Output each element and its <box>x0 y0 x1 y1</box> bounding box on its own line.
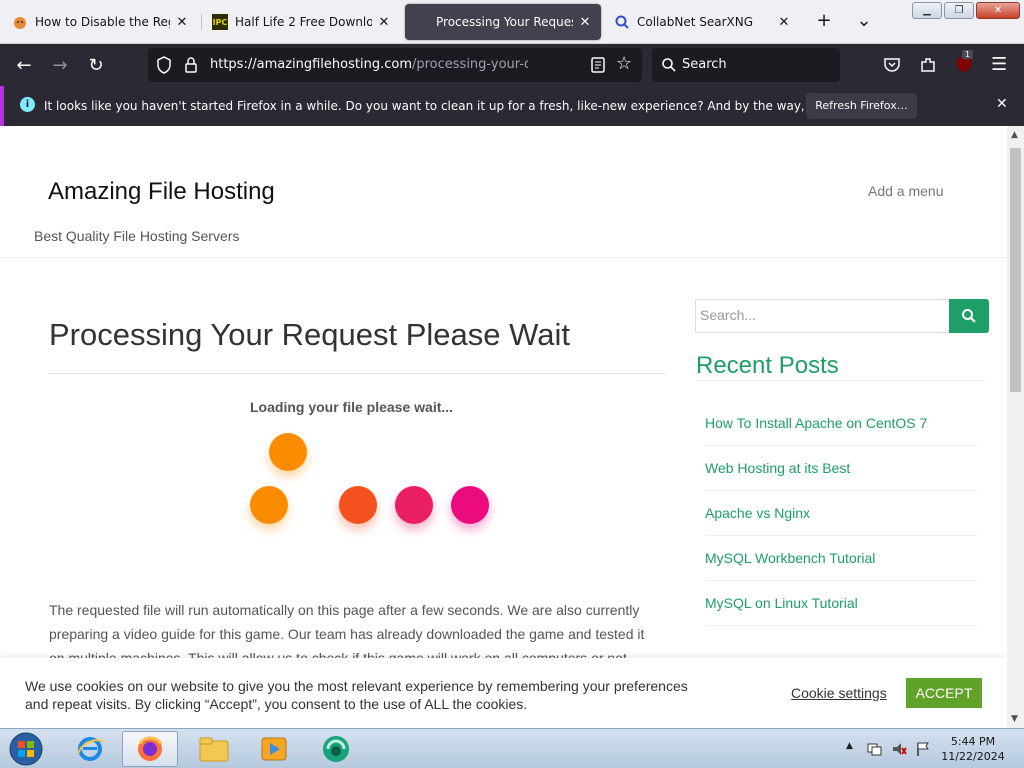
ipc-icon: IPC <box>212 14 228 30</box>
loading-dot <box>339 486 377 524</box>
clock-date: 11/22/2024 <box>941 750 1005 763</box>
tab-title: CollabNet SearXNG <box>637 15 754 29</box>
extensions-icon[interactable] <box>919 56 937 78</box>
volume-muted-icon[interactable] <box>891 741 907 760</box>
scroll-up-arrow[interactable]: ▲ <box>1011 130 1018 140</box>
loading-dot <box>269 433 307 471</box>
green-globe-icon <box>323 736 349 762</box>
url-host: https://amazingfilehosting.com <box>210 57 412 72</box>
close-tab-icon[interactable]: ✕ <box>174 15 190 30</box>
site-title[interactable]: Amazing File Hosting <box>48 178 275 206</box>
tab-searxng[interactable]: CollabNet SearXNG ✕ <box>606 4 800 40</box>
search-icon <box>614 14 630 30</box>
post-divider <box>48 373 666 374</box>
site-tagline: Best Quality File Hosting Servers <box>34 228 240 244</box>
post-title: Processing Your Request Please Wait <box>49 317 570 352</box>
start-button[interactable] <box>0 731 52 767</box>
lock-icon[interactable] <box>184 56 198 78</box>
recent-posts-heading: Recent Posts <box>696 352 839 379</box>
notification-message: It looks like you haven't started Firefo… <box>44 99 900 113</box>
list-all-tabs-button[interactable]: ⌄ <box>851 10 877 31</box>
tab-registry[interactable]: How to Disable the Registry ✕ <box>4 4 198 40</box>
page-content: Amazing File Hosting Best Quality File H… <box>0 126 1007 728</box>
shield-icon[interactable] <box>156 56 172 78</box>
recent-posts-divider <box>696 380 985 381</box>
tab-title: How to Disable the Registry <box>35 15 170 29</box>
header-divider <box>0 257 1007 258</box>
accept-cookies-button[interactable]: ACCEPT <box>906 678 982 708</box>
notification-bar: i It looks like you haven't started Fire… <box>0 86 1024 126</box>
forward-button[interactable]: → <box>48 53 72 77</box>
recent-post-link[interactable]: How To Install Apache on CentOS 7 <box>705 401 977 446</box>
reader-view-icon[interactable] <box>590 56 606 78</box>
page-scrollbar[interactable]: ▲ ▼ <box>1007 126 1024 728</box>
taskbar: ▲ 5:44 PM 11/22/2024 <box>0 728 1024 768</box>
recent-post-link[interactable]: MySQL on Linux Tutorial <box>705 581 977 626</box>
maximize-button[interactable]: ❐ <box>944 2 974 19</box>
sidebar-search-button[interactable] <box>949 299 989 333</box>
new-tab-button[interactable]: + <box>811 10 837 31</box>
back-button[interactable]: ← <box>12 53 36 77</box>
info-icon: i <box>20 97 35 112</box>
url-bar[interactable]: https://amazingfilehosting.com/processin… <box>148 48 642 82</box>
bookmark-star-icon[interactable]: ☆ <box>616 55 632 73</box>
cookie-settings-link[interactable]: Cookie settings <box>791 685 887 701</box>
clock-time: 5:44 PM <box>950 735 996 748</box>
recent-post-link[interactable]: Web Hosting at its Best <box>705 446 977 491</box>
search-label: Search <box>682 57 727 72</box>
close-tab-icon[interactable]: ✕ <box>376 15 392 30</box>
close-tab-icon[interactable]: ✕ <box>577 15 593 30</box>
windows-start-icon <box>9 732 43 766</box>
tab-processing[interactable]: Processing Your Request Pl ✕ <box>405 4 601 40</box>
tab-title: Half Life 2 Free Download - P <box>235 15 372 29</box>
recent-post-link[interactable]: Apache vs Nginx <box>705 491 977 536</box>
firefox-icon <box>138 736 163 761</box>
internet-explorer-taskbar-button[interactable] <box>62 731 118 767</box>
cookie-banner: We use cookies on our website to give yo… <box>0 658 1007 728</box>
add-menu-link[interactable]: Add a menu <box>868 183 944 199</box>
firefox-taskbar-button[interactable] <box>122 731 178 767</box>
tab-half-life[interactable]: IPC Half Life 2 Free Download - P ✕ <box>204 4 400 40</box>
sidebar-search-input[interactable]: Search... <box>695 299 950 333</box>
folder-icon <box>199 737 229 762</box>
search-icon <box>661 57 677 77</box>
minimize-button[interactable]: ▁ <box>912 2 942 19</box>
pocket-icon[interactable] <box>883 56 901 78</box>
internet-explorer-icon <box>77 737 104 761</box>
cookie-text: We use cookies on our website to give yo… <box>25 678 688 712</box>
loading-dot <box>250 486 288 524</box>
scroll-down-arrow[interactable]: ▼ <box>1011 714 1018 724</box>
url-path: /processing-your-download-p <box>411 57 528 72</box>
recent-post-link[interactable]: MySQL Workbench Tutorial <box>705 536 977 581</box>
scrollbar-thumb[interactable] <box>1010 148 1021 392</box>
loading-text: Loading your file please wait... <box>250 399 454 415</box>
system-clock[interactable]: 5:44 PM 11/22/2024 <box>936 734 1010 764</box>
navigation-toolbar: ← → ↻ https://amazingfilehosting.com/pro… <box>0 44 1024 86</box>
action-center-flag-icon[interactable] <box>915 741 931 760</box>
menu-icon[interactable]: ☰ <box>991 54 1007 75</box>
loading-dot <box>451 486 489 524</box>
recent-posts-list: How To Install Apache on CentOS 7 Web Ho… <box>705 401 977 626</box>
loading-dot <box>395 486 433 524</box>
tab-strip: How to Disable the Registry ✕ IPC Half L… <box>0 0 1024 44</box>
close-tab-icon[interactable]: ✕ <box>776 15 792 30</box>
tab-separator <box>201 14 202 30</box>
ublock-badge: 1 <box>962 50 974 59</box>
search-icon <box>962 309 976 323</box>
tab-title: Processing Your Request Pl <box>436 15 573 29</box>
refresh-firefox-button[interactable]: Refresh Firefox… <box>806 93 917 119</box>
media-player-taskbar-button[interactable] <box>246 731 302 767</box>
show-hidden-icons-arrow[interactable]: ▲ <box>846 741 853 751</box>
app-taskbar-button[interactable] <box>308 731 364 767</box>
orange-cat-icon <box>12 14 28 30</box>
close-notification-icon[interactable]: ✕ <box>996 96 1008 112</box>
media-player-icon <box>261 737 287 761</box>
url-text[interactable]: https://amazingfilehosting.com/processin… <box>210 57 528 72</box>
search-bar[interactable]: Search <box>652 48 840 82</box>
window-controls: ▁ ❐ ✕ <box>912 2 1020 19</box>
network-icon[interactable] <box>866 741 882 760</box>
close-window-button[interactable]: ✕ <box>976 2 1020 19</box>
reload-button[interactable]: ↻ <box>84 53 108 77</box>
explorer-taskbar-button[interactable] <box>186 731 242 767</box>
